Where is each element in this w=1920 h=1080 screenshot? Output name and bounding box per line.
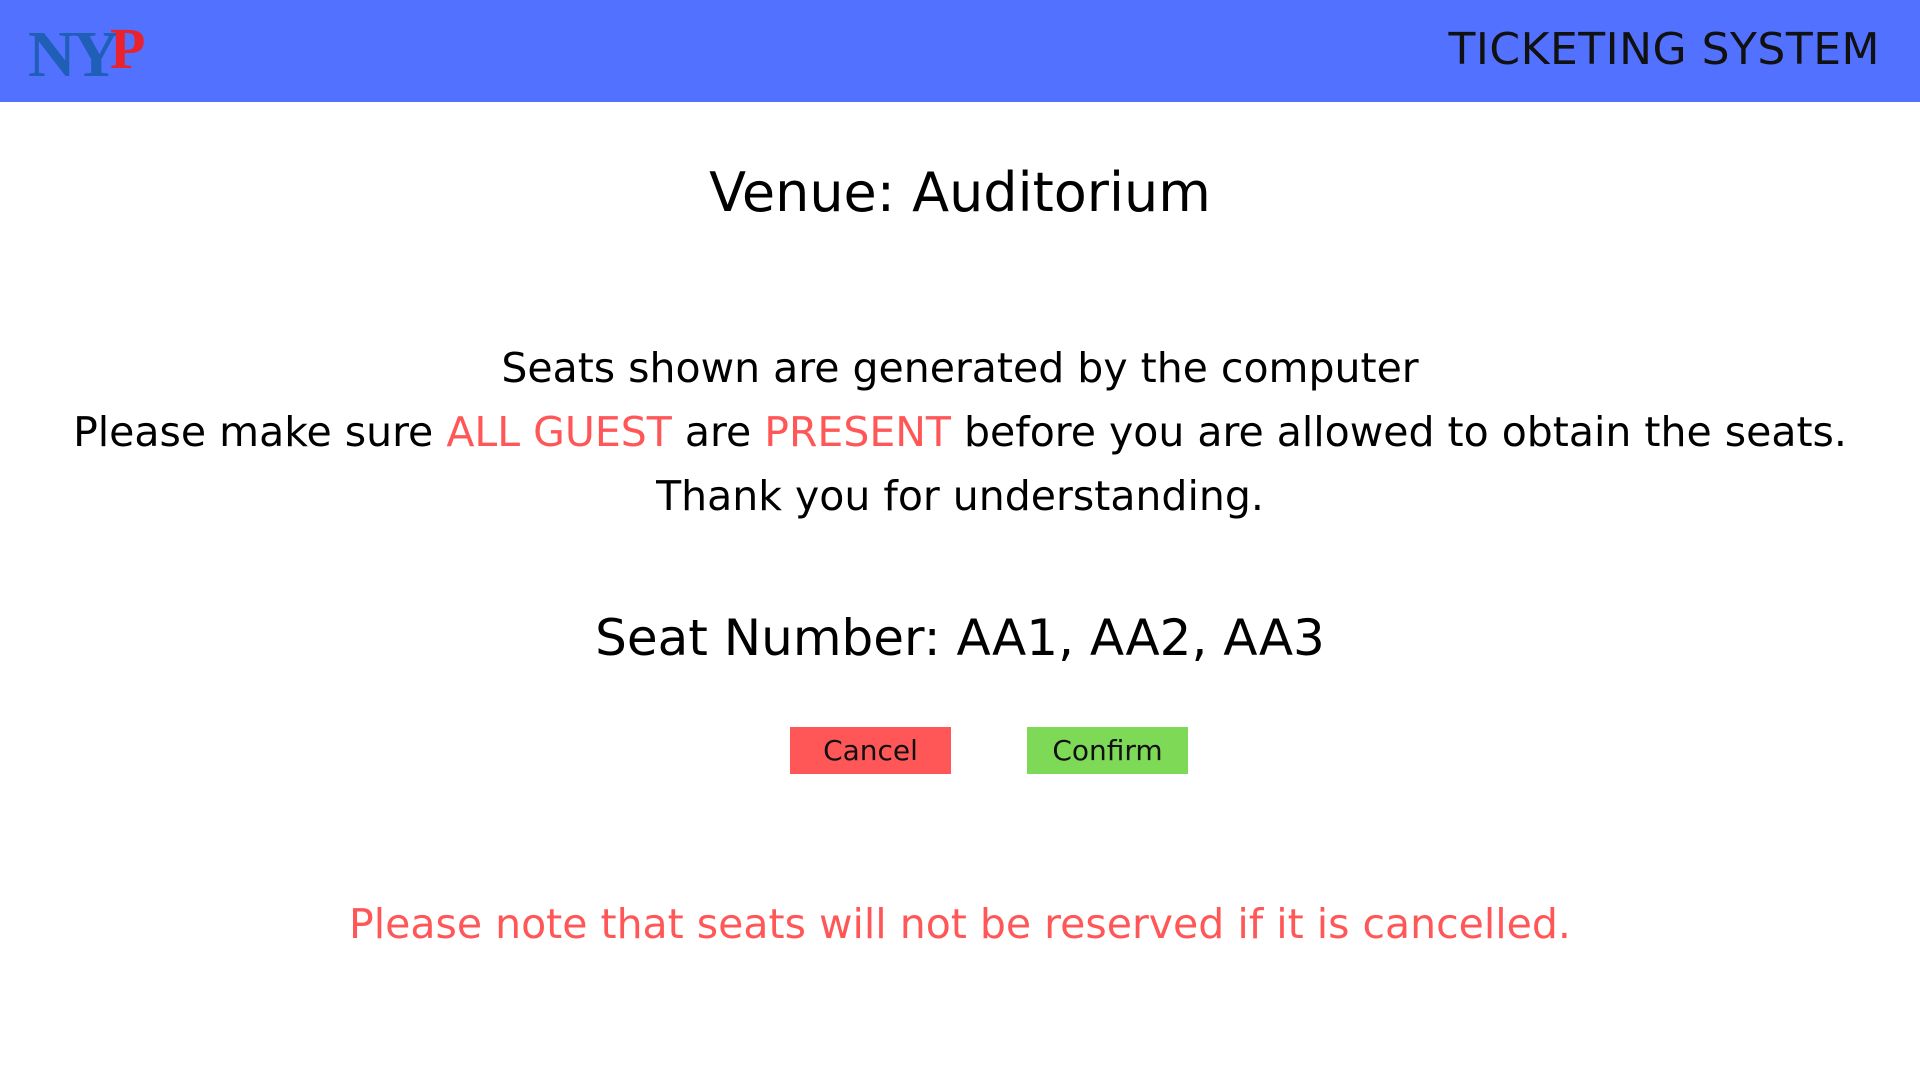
venue-title: Venue: Auditorium	[709, 161, 1211, 224]
svg-text:N: N	[28, 18, 76, 84]
cancel-button[interactable]: Cancel	[790, 727, 951, 774]
info-line-2-text-a: Please make sure	[73, 408, 447, 456]
info-line-1: Seats shown are generated by the compute…	[501, 344, 1419, 392]
info-line-2-text-b: are	[671, 408, 765, 456]
svg-text:P: P	[110, 18, 145, 81]
cancellation-note: Please note that seats will not be reser…	[349, 900, 1571, 948]
system-title: TICKETING SYSTEM	[1448, 24, 1880, 75]
seat-number: Seat Number: AA1, AA2, AA3	[595, 609, 1325, 667]
info-line-2: Please make sure ALL GUEST are PRESENT b…	[0, 400, 1920, 464]
info-message: Seats shown are generated by the compute…	[0, 336, 1920, 528]
present-highlight: PRESENT	[764, 408, 951, 456]
info-line-3: Thank you for understanding.	[656, 472, 1264, 520]
nyp-logo: N Y P	[28, 18, 156, 84]
all-guest-highlight: ALL GUEST	[446, 408, 672, 456]
confirm-button[interactable]: Confirm	[1027, 727, 1188, 774]
info-line-2-text-c: before you are allowed to obtain the sea…	[950, 408, 1847, 456]
header-bar: N Y P TICKETING SYSTEM	[0, 0, 1920, 102]
